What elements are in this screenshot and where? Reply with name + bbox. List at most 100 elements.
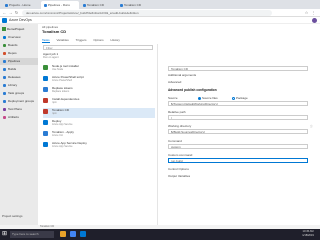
task-subtitle: Azure App Service: [52, 145, 73, 148]
relative-path-label: Relative path: [168, 110, 186, 114]
sidebar-item-icon: [3, 67, 6, 71]
sidebar-item-overview[interactable]: Overview: [0, 34, 38, 41]
sidebar-item-task-groups[interactable]: Task groups: [0, 90, 38, 97]
refresh-icon[interactable]: ↻: [14, 10, 19, 16]
ado-title: Azure DevOps: [9, 18, 32, 22]
display-name-field[interactable]: Tonalism CD: [168, 66, 308, 71]
file-explorer-icon[interactable]: [60, 231, 66, 237]
sidebar-item-label: Deployment groups: [8, 99, 35, 103]
task-item[interactable]: Replace tokens Replace tokens: [43, 86, 155, 96]
tab-triggers[interactable]: Triggers: [76, 38, 87, 42]
source-radio-package[interactable]: Package: [232, 96, 248, 100]
sidebar-item-label: Task groups: [8, 91, 25, 95]
sidebar-item-boards[interactable]: Boards: [0, 42, 38, 49]
project-settings[interactable]: Project settings: [2, 214, 23, 218]
tab-label: Projects - Home: [9, 3, 31, 7]
task-subtitle: Azure PowerShell: [52, 79, 72, 82]
task-item[interactable]: Deploy Azure App Service: [43, 119, 155, 129]
sidebar-item-releases[interactable]: Releases: [0, 74, 38, 81]
task-item[interactable]: Node.js tool installer Use Node: [43, 64, 155, 74]
task-subtitle: Replace tokens: [52, 90, 70, 93]
task-subtitle: Use Node: [52, 68, 64, 71]
project-icon: [2, 27, 6, 32]
additional-args-label: Additional arguments: [168, 73, 197, 77]
sidebar-item-label: Artifacts: [8, 115, 19, 119]
sidebar-item-builds[interactable]: Builds: [0, 66, 38, 73]
task-item[interactable]: Tonalism - Apply Azure CLI: [43, 130, 155, 140]
task-item[interactable]: Tonalism CD npm: [43, 108, 155, 118]
page-title: Tonalism CD: [42, 29, 67, 34]
task-icon: [43, 76, 48, 81]
avatar[interactable]: [312, 18, 317, 23]
command-label: Command: [168, 139, 182, 143]
pipeline-tabs: Tasks Variables Triggers Options History: [42, 38, 126, 43]
control-options[interactable]: Control Options: [168, 167, 189, 171]
source-label: Source: [168, 96, 178, 100]
radio-label: Package: [236, 96, 248, 100]
chrome-icon[interactable]: [70, 231, 76, 237]
task-subtitle: npm: [52, 112, 57, 115]
source-radio-files[interactable]: Source files: [198, 96, 218, 100]
url-field[interactable]: dev.azure.com/xxxxxxxx/ProjectsAzure/_bu…: [22, 10, 272, 16]
sidebar-item-test-plans[interactable]: Test Plans: [0, 106, 38, 113]
browser-tab[interactable]: Projects - Home: [2, 1, 40, 9]
sidebar-item-library[interactable]: Library: [0, 82, 38, 89]
tab-history[interactable]: History: [111, 38, 120, 42]
sidebar-item-repos[interactable]: Repos: [0, 50, 38, 57]
sidebar-item-label: Pipelines: [8, 59, 21, 63]
advanced-section-title[interactable]: Advanced publish configuration: [168, 88, 217, 92]
tab-options[interactable]: Options: [93, 38, 103, 42]
task-icon: [43, 142, 48, 147]
sidebar-item-icon: [3, 107, 6, 111]
radio-on-icon: [198, 96, 201, 100]
task-item[interactable]: Install dependencies npm: [43, 97, 155, 107]
working-dir-field[interactable]: $(Build.SourcesDirectory): [168, 129, 308, 134]
command-select[interactable]: custom: [168, 144, 308, 149]
sidebar-item-label: Overview: [8, 35, 21, 39]
project-name[interactable]: DemoProject: [2, 26, 36, 32]
project-label: DemoProject: [7, 27, 25, 31]
info-icon[interactable]: ⓘ: [310, 124, 313, 128]
task-subtitle: Azure CLI: [52, 134, 64, 137]
task-item[interactable]: Azure App Service Deploy Azure App Servic…: [43, 141, 155, 151]
relative-path-field[interactable]: /: [168, 115, 308, 120]
forward-icon[interactable]: →: [8, 10, 13, 16]
advanced-label[interactable]: Advanced: [168, 80, 181, 84]
sidebar-item-artifacts[interactable]: Artifacts: [0, 114, 38, 121]
sidebar-item-icon: [3, 99, 6, 103]
star-icon[interactable]: ☆: [304, 10, 309, 16]
sidebar-item-label: Library: [8, 83, 18, 87]
agent-job[interactable]: Agent job 1 Run on agent: [43, 52, 155, 61]
sidebar-item-label: Builds: [8, 67, 17, 71]
sidebar-item-icon: [3, 75, 6, 79]
task-subtitle: npm: [52, 101, 57, 104]
sidebar-item-icon: [3, 35, 6, 39]
task-icon: [43, 87, 48, 92]
vscode-icon[interactable]: [80, 231, 86, 237]
sidebar-item-pipelines[interactable]: Pipelines: [0, 58, 38, 65]
ado-header: [0, 17, 320, 24]
tab-variables[interactable]: Variables: [57, 38, 69, 42]
browser-tab[interactable]: Tonalism CD: [80, 1, 116, 9]
browser-tab[interactable]: Pipelines - Runs: [41, 1, 79, 9]
tab-tasks[interactable]: Tasks: [42, 38, 50, 43]
sidebar-item-label: Test Plans: [8, 107, 22, 111]
back-icon[interactable]: ←: [2, 10, 7, 16]
sidebar-item-deployment-groups[interactable]: Deployment groups: [0, 98, 38, 105]
taskbar-search[interactable]: Type here to search: [10, 231, 54, 238]
menu-icon[interactable]: ⋮: [311, 10, 316, 16]
task-icon: [43, 98, 48, 103]
azure-devops-logo-icon[interactable]: [2, 18, 7, 23]
task-filter-input[interactable]: Filter: [43, 45, 153, 50]
custom-command-field[interactable]: run build: [168, 158, 308, 163]
task-icon: [43, 109, 48, 114]
windows-start-icon[interactable]: ⊞: [2, 231, 8, 237]
source-field[interactable]: $(System.DefaultWorkingDirectory): [168, 101, 308, 106]
task-item[interactable]: Azure PowerShell script Azure PowerShell: [43, 75, 155, 85]
sidebar-item-label: Boards: [8, 43, 18, 47]
browser-tab[interactable]: Tonalism CD: [117, 1, 153, 9]
sidebar-item-label: Releases: [8, 75, 21, 79]
radio-label: Source files: [202, 96, 218, 100]
output-variables[interactable]: Output Variables: [168, 174, 190, 178]
tab-favicon-icon: [83, 3, 86, 7]
